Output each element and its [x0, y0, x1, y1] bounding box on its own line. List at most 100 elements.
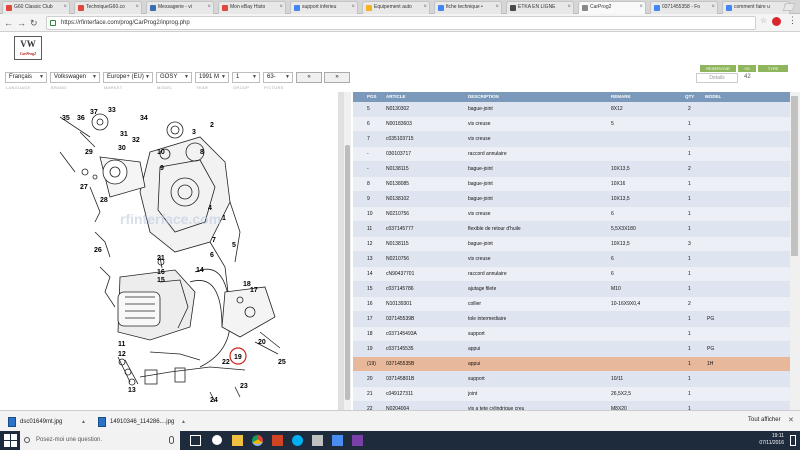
table-scrollbar-thumb[interactable] — [791, 96, 798, 256]
part-callout[interactable]: 36 — [77, 115, 85, 122]
part-callout[interactable]: 24 — [210, 397, 218, 404]
part-callout[interactable]: 14 — [196, 267, 204, 274]
part-callout[interactable]: 11 — [118, 341, 126, 348]
part-callout[interactable]: 18 — [243, 281, 251, 288]
table-row[interactable]: 17 037145539B tole intermediaire 1 PG — [353, 312, 790, 327]
edge-icon[interactable] — [212, 435, 222, 445]
windows-start-icon[interactable] — [4, 434, 17, 447]
close-tab-icon[interactable]: × — [63, 2, 67, 13]
prev-picture-button[interactable]: « — [296, 72, 322, 83]
download-item-2[interactable]: 14910346_114286....jpg ▲ — [96, 415, 186, 429]
extension-icon[interactable] — [772, 17, 781, 26]
part-callout[interactable]: 16 — [157, 269, 165, 276]
part-callout[interactable]: 23 — [240, 383, 248, 390]
table-row[interactable]: 14 cN90437701 raccord annulaire 6 1 — [353, 267, 790, 282]
browser-tab[interactable]: Equipement auto × — [362, 1, 430, 14]
close-icon[interactable]: ✕ — [788, 416, 794, 424]
part-callout[interactable]: 9 — [160, 165, 164, 172]
close-tab-icon[interactable]: × — [135, 2, 139, 13]
table-row[interactable]: 18 c037145493A support 1 — [353, 327, 790, 342]
browser-tab[interactable]: G60 Classic Club × — [2, 1, 70, 14]
table-row[interactable]: 8 N0138085 bague-joint 10X16 1 — [353, 177, 790, 192]
part-callout[interactable]: 28 — [100, 197, 108, 204]
reload-icon[interactable]: ↻ — [30, 17, 38, 29]
reservoir-button[interactable]: RESERVOIR — [700, 65, 736, 72]
details-button[interactable]: Details — [696, 73, 738, 83]
table-row[interactable]: 5 N0130302 bague-joint 8X12 2 — [353, 102, 790, 117]
download-item-1[interactable]: dsc01649mt.jpg ▲ — [6, 415, 86, 429]
header-qty[interactable]: QTY — [685, 92, 694, 102]
browser-tab[interactable]: Mon eBay Histo × — [218, 1, 286, 14]
part-callout[interactable]: 32 — [132, 137, 140, 144]
part-callout[interactable]: 27 — [80, 184, 88, 191]
table-row[interactable]: 22 N0204004 vis a tete cylindrique creu M8X… — [353, 402, 790, 410]
type-button[interactable]: TYPE — [758, 65, 788, 72]
chevron-up-icon[interactable]: ▲ — [81, 415, 86, 429]
part-callout[interactable]: 34 — [140, 115, 148, 122]
market-select[interactable]: Europe+ (EU) ▼ — [103, 72, 153, 83]
brand-select[interactable]: Volkswagen ▼ — [50, 72, 100, 83]
table-row[interactable]: 16 N10139301 collier 10-16X9X0,4 2 — [353, 297, 790, 312]
part-callout[interactable]: 20 — [258, 339, 266, 346]
show-all-downloads-link[interactable]: Tout afficher — [748, 417, 781, 423]
table-row[interactable]: 7 c035103715 vis creuse 1 — [353, 132, 790, 147]
chrome-icon[interactable] — [252, 435, 263, 446]
year-select[interactable]: 1991 M ▼ — [195, 72, 229, 83]
header-description[interactable]: DESCRIPTION — [468, 92, 499, 102]
close-tab-icon[interactable]: × — [639, 2, 643, 13]
back-arrow-icon[interactable]: ← — [4, 17, 13, 29]
table-row[interactable]: 11 c037145777 flexible de retour d'huile 5,… — [353, 222, 790, 237]
part-callout[interactable]: 26 — [94, 247, 102, 254]
part-callout[interactable]: 6 — [210, 252, 214, 259]
table-row[interactable]: 6 N00183603 vis creuse 5 1 — [353, 117, 790, 132]
browser-tab[interactable]: support inferieu × — [290, 1, 358, 14]
part-callout[interactable]: 15 — [157, 277, 165, 284]
table-row[interactable]: 15 c037145786 ajutage filete M10 1 — [353, 282, 790, 297]
close-tab-icon[interactable]: × — [279, 2, 283, 13]
forward-arrow-icon[interactable]: → — [17, 17, 26, 29]
part-callout[interactable]: 37 — [90, 109, 98, 116]
part-callout[interactable]: 10 — [157, 149, 165, 156]
browser-tab[interactable]: ETKA EN LIGNE × — [506, 1, 574, 14]
part-callout[interactable]: 35 — [62, 115, 70, 122]
part-callout[interactable]: 30 — [118, 145, 126, 152]
table-row[interactable]: (19) 037145535B appui 1 1H — [353, 357, 790, 372]
group-select[interactable]: 1 ▼ — [232, 72, 260, 83]
header-article[interactable]: ARTICLE — [386, 92, 406, 102]
bookmark-star-icon[interactable]: ☆ — [760, 16, 767, 25]
part-callout[interactable]: 8 — [200, 149, 204, 156]
close-tab-icon[interactable]: × — [207, 2, 211, 13]
table-row[interactable]: 12 N0138115 bague-joint 10X13,5 3 — [353, 237, 790, 252]
table-row[interactable]: 19 c037145535 appui 1 PG — [353, 342, 790, 357]
part-callout[interactable]: 2 — [210, 122, 214, 129]
parts-diagram[interactable]: 36 35 37 34 33 31 32 29 30 27 28 26 10 9 8 3 2 4 1 7 5 6 21 16 1… — [0, 92, 340, 410]
task-view-icon[interactable] — [190, 435, 201, 446]
browser-tab[interactable]: Messagerie - vi × — [146, 1, 214, 14]
header-remark[interactable]: REMARK — [611, 92, 631, 102]
url-bar[interactable]: https://rfinterface.com/prog/CarProg2/in… — [46, 16, 756, 30]
skype-icon[interactable] — [292, 435, 303, 446]
vs-button[interactable]: VS — [738, 65, 756, 72]
table-row[interactable]: - 030103717 raccord annulaire 1 — [353, 147, 790, 162]
powerpoint-icon[interactable] — [272, 435, 283, 446]
app-icon[interactable] — [312, 435, 323, 446]
part-callout[interactable]: 3 — [192, 129, 196, 136]
part-callout[interactable]: 21 — [157, 255, 165, 262]
header-pos[interactable]: POS — [367, 92, 377, 102]
photos-icon[interactable] — [332, 435, 343, 446]
next-picture-button[interactable]: » — [324, 72, 350, 83]
picture-select[interactable]: 63- ▼ — [263, 72, 293, 83]
part-callout[interactable]: 33 — [108, 107, 116, 114]
close-tab-icon[interactable]: × — [495, 2, 499, 13]
part-callout[interactable]: 12 — [118, 351, 126, 358]
table-row[interactable]: 10 N0210756 vis creuse 6 1 — [353, 207, 790, 222]
microphone-icon[interactable] — [169, 436, 174, 444]
part-callout[interactable]: 13 — [128, 387, 136, 394]
table-row[interactable]: 9 N0138102 bague-joint 10X13,5 1 — [353, 192, 790, 207]
table-row[interactable]: 21 c049127311 joint 26,5X2,5 1 — [353, 387, 790, 402]
close-tab-icon[interactable]: × — [711, 2, 715, 13]
file-explorer-icon[interactable] — [232, 435, 243, 446]
close-tab-icon[interactable]: × — [567, 2, 571, 13]
table-row[interactable]: 13 N0210756 vis creuse 6 1 — [353, 252, 790, 267]
header-model[interactable]: MODEL — [705, 92, 721, 102]
